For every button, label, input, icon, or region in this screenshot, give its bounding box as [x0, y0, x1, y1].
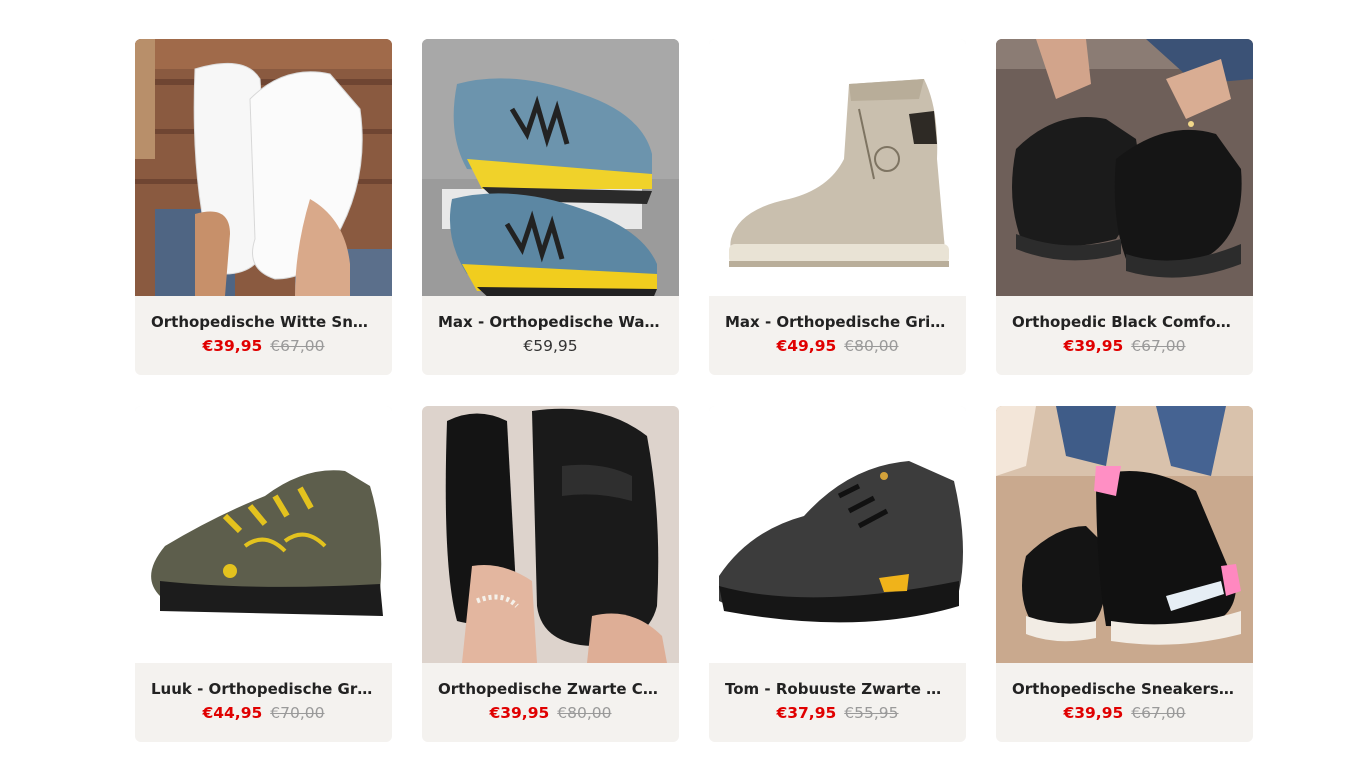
product-image[interactable]	[996, 406, 1253, 663]
product-image[interactable]	[135, 406, 392, 663]
sale-price: €39,95	[1063, 337, 1124, 355]
sale-price: €37,95	[776, 704, 837, 722]
price-row: €44,95 €70,00	[202, 703, 324, 724]
product-card[interactable]: Orthopedische Sneakers Zwart Roze €39,95…	[996, 406, 1253, 742]
sale-price: €44,95	[202, 704, 263, 722]
product-title[interactable]: Orthopedic Black Comfort Sneakers	[1012, 312, 1237, 332]
price-row: €59,95	[523, 336, 577, 357]
product-card[interactable]: Orthopedische Witte Sneakers €39,95 €67,…	[135, 39, 392, 375]
compare-price: €80,00	[844, 337, 899, 355]
product-title[interactable]: Orthopedische Sneakers Zwart Roze	[1012, 679, 1237, 699]
price-row: €49,95 €80,00	[776, 336, 898, 357]
product-card[interactable]: Max - Orthopedische Grijze Laarzen €49,9…	[709, 39, 966, 375]
sale-price: €39,95	[489, 704, 550, 722]
product-image[interactable]	[709, 39, 966, 296]
product-image[interactable]	[135, 39, 392, 296]
compare-price: €67,00	[1131, 704, 1186, 722]
product-grid: Orthopedische Witte Sneakers €39,95 €67,…	[135, 39, 1253, 742]
price-row: €39,95 €67,00	[1063, 703, 1185, 724]
product-image[interactable]	[996, 39, 1253, 296]
price-row: €39,95 €67,00	[1063, 336, 1185, 357]
sale-price: €39,95	[202, 337, 263, 355]
product-image[interactable]	[422, 39, 679, 296]
product-card[interactable]: Orthopedic Black Comfort Sneakers €39,95…	[996, 39, 1253, 375]
product-title[interactable]: Max - Orthopedische Wandelschoenen	[438, 312, 663, 332]
product-image[interactable]	[422, 406, 679, 663]
product-title[interactable]: Luuk - Orthopedische Groene Wandelschoen…	[151, 679, 376, 699]
compare-price: €70,00	[270, 704, 325, 722]
product-title[interactable]: Max - Orthopedische Grijze Laarzen	[725, 312, 950, 332]
compare-price: €67,00	[1131, 337, 1186, 355]
product-card[interactable]: Orthopedische Zwarte Chelsea Loafers €39…	[422, 406, 679, 742]
compare-price: €80,00	[557, 704, 612, 722]
product-card[interactable]: Luuk - Orthopedische Groene Wandelschoen…	[135, 406, 392, 742]
product-card[interactable]: Tom - Robuuste Zwarte Wandelschoenen €37…	[709, 406, 966, 742]
compare-price: €55,95	[844, 704, 899, 722]
price-row: €37,95 €55,95	[776, 703, 898, 724]
price-row: €39,95 €67,00	[202, 336, 324, 357]
product-title[interactable]: Orthopedische Witte Sneakers	[151, 312, 376, 332]
regular-price: €59,95	[523, 337, 578, 355]
product-card[interactable]: Max - Orthopedische Wandelschoenen €59,9…	[422, 39, 679, 375]
product-title[interactable]: Orthopedische Zwarte Chelsea Loafers	[438, 679, 663, 699]
sale-price: €49,95	[776, 337, 837, 355]
product-title[interactable]: Tom - Robuuste Zwarte Wandelschoenen	[725, 679, 950, 699]
sale-price: €39,95	[1063, 704, 1124, 722]
price-row: €39,95 €80,00	[489, 703, 611, 724]
product-image[interactable]	[709, 406, 966, 663]
compare-price: €67,00	[270, 337, 325, 355]
